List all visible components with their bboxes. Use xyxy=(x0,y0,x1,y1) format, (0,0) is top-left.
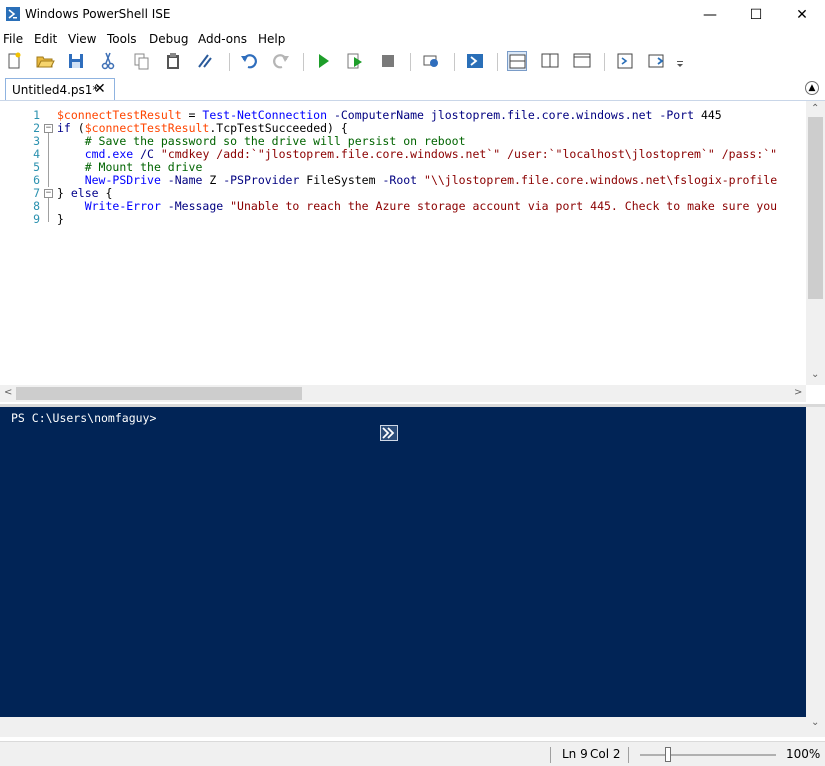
console-horizontal-scrollbar[interactable] xyxy=(0,717,806,737)
code-area[interactable]: 1 2 3 4 5 6 7 8 9 − − $connectTestResult… xyxy=(0,105,806,385)
code-line: if ($connectTestResult.TcpTestSucceeded)… xyxy=(57,121,348,135)
menu-file[interactable]: File xyxy=(3,32,23,46)
toolbar-separator xyxy=(454,53,455,71)
tab-untitled4[interactable]: Untitled4.ps1* ✕ xyxy=(5,78,115,100)
code-line: # Mount the drive xyxy=(84,160,203,174)
console-prompt: PS C:\Users\nomfaguy> xyxy=(11,411,157,425)
line-number: 7 xyxy=(33,186,40,200)
open-file-icon[interactable] xyxy=(35,51,55,71)
line-number: 2 xyxy=(33,121,40,135)
start-powershell-icon[interactable] xyxy=(465,51,485,71)
save-icon[interactable] xyxy=(66,51,86,71)
code-line: } xyxy=(57,212,64,226)
menu-help[interactable]: Help xyxy=(258,32,285,46)
fold-toggle-icon[interactable]: − xyxy=(44,189,53,198)
code-line: $connectTestResult = Test-NetConnection … xyxy=(57,108,722,122)
run-selection-icon[interactable] xyxy=(345,51,365,71)
menu-debug[interactable]: Debug xyxy=(149,32,188,46)
scroll-down-icon[interactable]: ⌄ xyxy=(811,717,819,728)
status-separator xyxy=(550,747,551,763)
new-file-icon[interactable] xyxy=(4,51,24,71)
minimize-button[interactable]: — xyxy=(687,0,733,30)
scrollbar-thumb[interactable] xyxy=(16,387,302,400)
zoom-level: 100% xyxy=(786,747,821,761)
cut-icon[interactable] xyxy=(98,51,118,71)
line-number: 6 xyxy=(33,173,40,187)
layout-top-icon[interactable] xyxy=(507,51,527,71)
maximize-button[interactable]: ☐ xyxy=(733,0,779,30)
fold-toggle-icon[interactable]: − xyxy=(44,124,53,133)
scrollbar-thumb[interactable] xyxy=(808,117,823,299)
toolbar-separator xyxy=(410,53,411,71)
stop-icon[interactable] xyxy=(378,51,398,71)
menu-add-ons[interactable]: Add-ons xyxy=(198,32,247,46)
toolbar-overflow-icon[interactable] xyxy=(676,58,684,68)
tab-close-icon[interactable]: ✕ xyxy=(94,81,106,97)
line-number: 4 xyxy=(33,147,40,161)
script-editor[interactable]: 1 2 3 4 5 6 7 8 9 − − $connectTestResult… xyxy=(0,101,825,404)
menu-tools[interactable]: Tools xyxy=(107,32,137,46)
menu-bar: File Edit View Tools Debug Add-ons Help xyxy=(0,31,825,48)
line-number: 3 xyxy=(33,134,40,148)
menu-edit[interactable]: Edit xyxy=(34,32,57,46)
code-line: } else { xyxy=(57,186,113,200)
close-button[interactable]: ✕ xyxy=(779,0,825,30)
line-number: 1 xyxy=(33,108,40,122)
editor-horizontal-scrollbar[interactable]: < > xyxy=(0,385,806,402)
code-line: # Save the password so the drive will pe… xyxy=(84,134,466,148)
toolbar-separator xyxy=(303,53,304,71)
line-number: 8 xyxy=(33,199,40,213)
window-title: Windows PowerShell ISE xyxy=(25,7,171,21)
copy-icon[interactable] xyxy=(131,51,151,71)
status-separator xyxy=(628,747,629,763)
script-tab-strip: Untitled4.ps1* ✕ ▲ xyxy=(0,76,825,101)
powershell-ise-icon xyxy=(5,6,21,22)
zoom-slider-track[interactable] xyxy=(640,754,776,756)
toolbar-separator xyxy=(229,53,230,71)
console-vertical-scrollbar[interactable]: ⌄ xyxy=(806,407,825,737)
fold-guide xyxy=(48,133,49,187)
show-commands-add-on-icon[interactable] xyxy=(380,425,398,441)
line-number: 9 xyxy=(33,212,40,226)
collapse-script-pane-icon[interactable]: ▲ xyxy=(805,81,819,95)
show-commands-icon[interactable] xyxy=(647,51,667,71)
scroll-right-icon[interactable]: > xyxy=(794,387,802,398)
paste-icon[interactable] xyxy=(163,51,183,71)
run-script-icon[interactable] xyxy=(313,51,333,71)
code-line: Write-Error -Message "Unable to reach th… xyxy=(84,199,778,213)
status-bar: Ln 9 Col 2 100% xyxy=(0,741,825,766)
scroll-up-icon[interactable]: ⌃ xyxy=(811,103,819,114)
scroll-left-icon[interactable]: < xyxy=(4,387,12,398)
cursor-line: Ln 9 xyxy=(562,747,588,761)
clear-console-icon[interactable] xyxy=(195,51,215,71)
toolbar-separator xyxy=(604,53,605,71)
scroll-down-icon[interactable]: ⌄ xyxy=(811,369,819,380)
line-number: 5 xyxy=(33,160,40,174)
new-remote-tab-icon[interactable] xyxy=(421,51,441,71)
toolbar-separator xyxy=(497,53,498,71)
menu-view[interactable]: View xyxy=(68,32,96,46)
zoom-slider-thumb[interactable] xyxy=(665,747,671,762)
undo-icon[interactable] xyxy=(239,51,259,71)
fold-guide xyxy=(48,198,49,222)
toolbar xyxy=(0,48,825,74)
show-script-pane-icon[interactable] xyxy=(615,51,635,71)
layout-maximized-icon[interactable] xyxy=(572,51,592,71)
tab-label: Untitled4.ps1* xyxy=(12,83,99,97)
cursor-column: Col 2 xyxy=(590,747,621,761)
editor-vertical-scrollbar[interactable]: ⌃ ⌄ xyxy=(806,101,825,385)
title-bar: Windows PowerShell ISE — ☐ ✕ xyxy=(0,0,825,30)
redo-icon[interactable] xyxy=(271,51,291,71)
code-line: cmd.exe /C "cmdkey /add:`"jlostoprem.fil… xyxy=(84,147,778,161)
console-pane[interactable]: PS C:\Users\nomfaguy> xyxy=(0,407,806,717)
code-line: New-PSDrive -Name Z -PSProvider FileSyst… xyxy=(84,173,778,187)
layout-right-icon[interactable] xyxy=(540,51,560,71)
